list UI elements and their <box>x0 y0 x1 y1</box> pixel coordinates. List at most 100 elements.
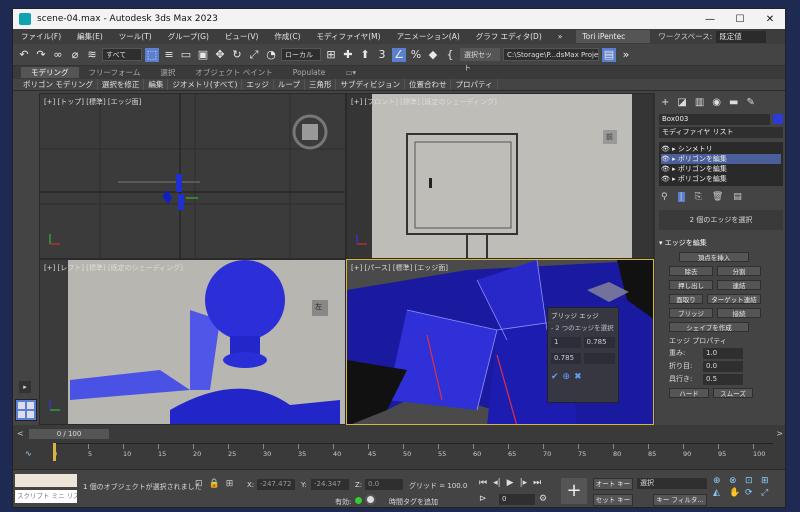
absolute-mode-icon[interactable]: ⊞ <box>226 479 234 489</box>
menu-create[interactable]: 作成(C) <box>266 31 308 42</box>
edit-named-sets-icon[interactable]: { <box>443 48 457 62</box>
caddy-cancel-icon[interactable]: ✖ <box>574 372 582 382</box>
key-selection-dropdown[interactable]: 選択 <box>637 478 707 489</box>
modify-tab-icon[interactable]: ◪ <box>677 97 686 108</box>
previous-frame-icon[interactable]: ◂| <box>493 478 501 488</box>
user-account[interactable]: Tori iPentec <box>576 30 651 43</box>
undo-icon[interactable]: ↶ <box>17 48 31 62</box>
viewport-front[interactable]: [+] [フロント] [標準] [既定のシェーディング] 前 <box>346 93 654 259</box>
insert-vertex-button[interactable]: 頂点を挿入 <box>679 252 749 262</box>
selection-set-field[interactable]: 選択セット <box>460 48 500 72</box>
pivot-icon[interactable]: ⊞ <box>324 48 338 62</box>
menu-tools[interactable]: ツール(T) <box>111 31 160 42</box>
project-path-field[interactable]: C:\Storage\P...dsMax Project <box>503 48 599 61</box>
pan-icon[interactable]: ✋ <box>729 488 743 498</box>
extrude-button[interactable]: 押し出し <box>669 280 713 290</box>
ribbon-tris[interactable]: 三角形 <box>305 79 337 90</box>
degradation-toggle-icon[interactable] <box>365 494 376 505</box>
zoom-extents-icon[interactable]: ⊡ <box>745 476 759 486</box>
toolbar-more-icon[interactable]: » <box>619 48 633 62</box>
select-by-name-icon[interactable]: ≡ <box>162 48 176 62</box>
maxscript-mini-listener[interactable]: スクリプト ミニ リス <box>15 490 77 503</box>
play-panel-icon[interactable]: ▸ <box>19 381 31 393</box>
ribbon-polygon-modeling[interactable]: ポリゴン モデリング <box>19 79 98 90</box>
show-end-result-icon[interactable]: | <box>677 192 685 202</box>
y-coord-field[interactable]: -24.347 <box>311 479 349 490</box>
caddy-apply-icon[interactable]: ⊕ <box>563 372 571 382</box>
create-tab-icon[interactable]: + <box>661 97 669 108</box>
minimize-icon[interactable]: — <box>695 14 725 25</box>
hard-button[interactable]: ハード <box>669 388 709 398</box>
maxscript-listener-pink[interactable] <box>15 474 77 487</box>
utilities-tab-icon[interactable]: ✎ <box>746 97 754 108</box>
set-key-big-icon[interactable]: + <box>561 478 587 504</box>
adaptive-degradation-icon[interactable] <box>355 497 362 504</box>
zoom-icon[interactable]: ⊕ <box>713 476 727 486</box>
ribbon-subdivision[interactable]: サブディビジョン <box>336 79 405 90</box>
rect-select-region-icon[interactable]: ▭ <box>179 48 193 62</box>
maximize-viewport-icon[interactable]: ⤢ <box>761 488 775 498</box>
go-to-end-icon[interactable]: ⏭ <box>533 478 541 488</box>
curve-editor-mini-icon[interactable]: ∿ <box>25 449 32 458</box>
placement-icon[interactable]: ◔ <box>264 48 278 62</box>
percent-snap-icon[interactable]: % <box>409 48 423 62</box>
save-icon[interactable]: ▤ <box>602 47 616 62</box>
ribbon-geometry-all[interactable]: ジオメトリ(すべて) <box>168 79 243 90</box>
orbit-icon[interactable]: ⟳ <box>745 488 759 498</box>
menu-group[interactable]: グループ(G) <box>160 31 217 42</box>
caddy-segments-field[interactable]: 1 <box>551 337 581 348</box>
viewport-top-label[interactable]: [+] [トップ] [標準] [エッジ面] <box>44 97 141 107</box>
viewport-persp-label[interactable]: [+] [パース] [標準] [エッジ面] <box>351 263 448 273</box>
object-color-swatch[interactable] <box>773 114 783 124</box>
timeline-playhead[interactable] <box>53 443 56 461</box>
chamfer-button[interactable]: 面取り <box>669 294 703 304</box>
workspace-dropdown[interactable]: 既定値 <box>716 30 767 43</box>
set-key-button[interactable]: セット キー <box>593 494 633 506</box>
menu-animation[interactable]: アニメーション(A) <box>389 31 468 42</box>
ribbon-loops[interactable]: ループ <box>274 79 305 90</box>
zoom-all-icon[interactable]: ⊗ <box>729 476 743 486</box>
modifier-list-dropdown[interactable]: モディファイヤ リスト <box>659 127 783 138</box>
hierarchy-tab-icon[interactable]: ▥ <box>695 97 704 108</box>
selection-filter-dropdown[interactable]: すべて <box>102 48 142 61</box>
caddy-empty-field[interactable] <box>583 353 615 364</box>
link-icon[interactable]: ∞ <box>51 48 65 62</box>
play-icon[interactable]: ▶ <box>507 478 514 488</box>
stack-item-edit-poly-1[interactable]: 👁 ▸ ポリゴンを編集 <box>661 154 781 164</box>
menu-more-icon[interactable]: » <box>550 32 571 41</box>
object-name-field[interactable]: Box003 <box>659 114 771 125</box>
tab-modeling[interactable]: モデリング <box>21 67 79 78</box>
ribbon-edit[interactable]: 編集 <box>144 79 169 90</box>
tab-object-paint[interactable]: オブジェクト ペイント <box>185 67 282 78</box>
close-icon[interactable]: ✕ <box>755 14 785 25</box>
menu-file[interactable]: ファイル(F) <box>13 31 69 42</box>
menu-view[interactable]: ビュー(V) <box>217 31 266 42</box>
rotate-icon[interactable]: ↻ <box>230 48 244 62</box>
time-slider-left-icon[interactable]: < <box>17 429 24 438</box>
remove-modifier-icon[interactable]: 🗑 <box>712 192 723 202</box>
menu-graph-editors[interactable]: グラフ エディタ(D) <box>468 31 550 42</box>
split-button[interactable]: 分割 <box>717 266 761 276</box>
target-weld-button[interactable]: ターゲット連結 <box>707 294 761 304</box>
z-coord-field[interactable]: 0.0 <box>365 479 403 490</box>
key-filters-button[interactable]: キー フィルタ... <box>653 494 707 506</box>
smooth-button[interactable]: スムーズ <box>713 388 753 398</box>
make-unique-icon[interactable]: ⎘ <box>695 192 702 202</box>
pin-stack-icon[interactable]: ⚲ <box>661 192 668 202</box>
ribbon-align[interactable]: 位置合わせ <box>405 79 452 90</box>
timeline-track[interactable]: 0510152025303540455055606570758085909510… <box>53 443 773 465</box>
tab-populate[interactable]: Populate <box>283 68 336 77</box>
edit-edges-rollout-title[interactable]: ▾ エッジを編集 <box>655 236 785 250</box>
menu-edit[interactable]: 編集(E) <box>69 31 111 42</box>
zoom-extents-all-icon[interactable]: ⊞ <box>761 476 775 486</box>
remove-button[interactable]: 除去 <box>669 266 713 276</box>
crease-field[interactable]: 0.0 <box>703 361 743 372</box>
time-config-icon[interactable]: ⚙ <box>539 494 547 504</box>
connect-button[interactable]: 接続 <box>717 308 761 318</box>
viewport-left-label[interactable]: [+] [レフト] [標準] [既定のシェーディング] <box>44 263 183 273</box>
manipulate-icon[interactable]: ✚ <box>341 48 355 62</box>
viewport-layout-icon[interactable] <box>15 399 37 421</box>
ribbon-properties[interactable]: プロパティ <box>451 79 498 90</box>
time-slider[interactable]: 0 / 100 <box>29 429 109 439</box>
next-frame-icon[interactable]: |▸ <box>520 478 528 488</box>
